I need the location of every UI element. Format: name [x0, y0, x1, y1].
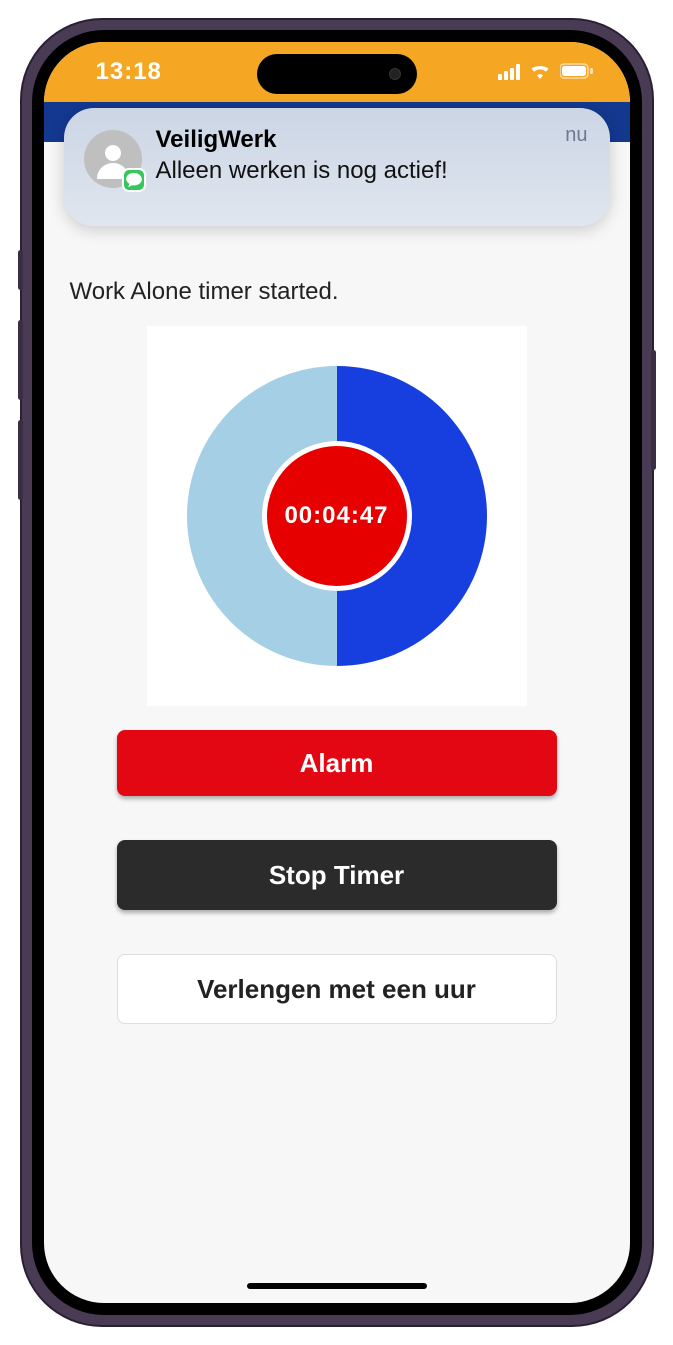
wifi-icon — [528, 58, 552, 86]
screen: 13:18 Work Alone — [44, 42, 630, 1303]
timer-started-label: Work Alone timer started. — [70, 278, 610, 306]
alarm-button[interactable]: Alarm — [117, 730, 557, 796]
stop-timer-button[interactable]: Stop Timer — [117, 840, 557, 910]
notification-banner[interactable]: VeiligWerk Alleen werken is nog actief! … — [64, 108, 610, 226]
battery-icon — [560, 58, 594, 86]
timer-core: 00:04:47 — [267, 446, 407, 586]
messages-app-badge-icon — [122, 168, 146, 192]
volume-down-button — [18, 420, 23, 500]
extend-hour-button[interactable]: Verlengen met een uur — [117, 954, 557, 1024]
notification-avatar-icon — [84, 130, 142, 188]
cellular-icon — [498, 64, 520, 80]
front-camera-icon — [389, 68, 401, 80]
dynamic-island — [257, 54, 417, 94]
status-bar: 13:18 — [44, 42, 630, 102]
side-button — [18, 250, 23, 290]
home-indicator[interactable] — [247, 1283, 427, 1289]
device-inner: 13:18 Work Alone — [32, 30, 642, 1315]
timer-value: 00:04:47 — [284, 502, 388, 530]
notification-time: nu — [565, 124, 587, 147]
power-button — [651, 350, 656, 470]
notification-body: Alleen werken is nog actief! — [156, 155, 552, 186]
status-time: 13:18 — [96, 58, 162, 86]
notification-title: VeiligWerk — [156, 124, 552, 155]
device-frame: 13:18 Work Alone — [22, 20, 652, 1325]
timer-donut-chart: 00:04:47 — [147, 326, 527, 706]
volume-up-button — [18, 320, 23, 400]
